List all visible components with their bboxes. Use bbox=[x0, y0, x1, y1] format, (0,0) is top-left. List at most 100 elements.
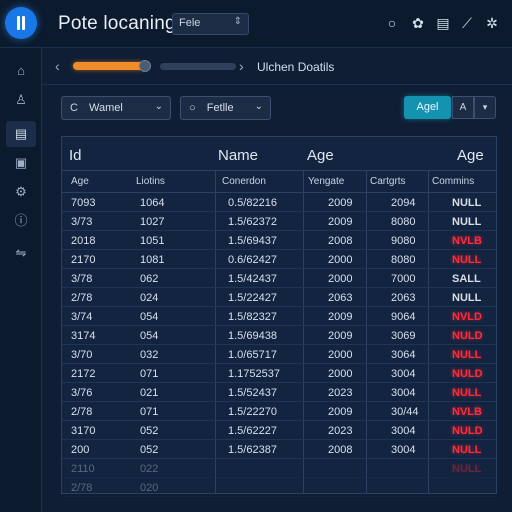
chevron-updown-icon: ⇕ bbox=[233, 16, 242, 27]
table-cell: 2000 bbox=[328, 349, 353, 361]
chevron-down-icon: ⌄ bbox=[254, 101, 263, 112]
table-cell: 3069 bbox=[391, 330, 416, 342]
table-row[interactable]: 2110 022 NULL bbox=[62, 459, 496, 478]
big-header-age-2[interactable]: Age bbox=[457, 147, 484, 164]
pause-logo-icon[interactable] bbox=[5, 7, 37, 39]
table-row[interactable]: 3/74 054 1.5/82327 2009 9064 NVLD bbox=[62, 307, 496, 326]
secondary-progress-track[interactable] bbox=[160, 63, 236, 70]
sidebar: ⌂ ♙ ▤ ▣ ⚙ ⓘ ⇋ bbox=[0, 48, 42, 512]
data-table: Id Name Age Age Age Liotins Conerdon Yen… bbox=[61, 136, 497, 497]
progress-label: Ulchen Doatils bbox=[257, 60, 335, 74]
table-cell: 021 bbox=[140, 387, 159, 399]
title-filter-dropdown[interactable]: ○ Fetlle ⌄ bbox=[180, 96, 271, 120]
settings-icon[interactable]: ✲ bbox=[482, 13, 502, 33]
progress-fill bbox=[73, 62, 145, 70]
table-cell: 1.5/22427 bbox=[228, 292, 277, 304]
translate-icon[interactable]: ⇋ bbox=[6, 240, 36, 266]
circle-icon: ○ bbox=[189, 102, 196, 114]
big-header-name[interactable]: Name bbox=[218, 147, 258, 164]
name-filter-dropdown[interactable]: C Wamel ⌄ bbox=[61, 96, 171, 120]
palette-icon[interactable]: ✿ bbox=[408, 13, 428, 33]
table-cell: 1.5/22270 bbox=[228, 406, 277, 418]
table-row[interactable]: 3/73 1027 1.5/62372 2009 8080 NULL bbox=[62, 212, 496, 231]
table-cell: 054 bbox=[140, 330, 159, 342]
table-cell: 1.0/65717 bbox=[228, 349, 277, 361]
column-header[interactable]: Cartgrts bbox=[370, 176, 406, 187]
table-cell: 2009 bbox=[328, 311, 353, 323]
divider bbox=[42, 84, 512, 85]
table-row[interactable]: 2172 071 1.1752537 2000 3004 NULD bbox=[62, 364, 496, 383]
table-row[interactable]: 2018 1051 1.5/69437 2008 9080 NVLB bbox=[62, 231, 496, 250]
table-cell: 3174 bbox=[71, 330, 96, 342]
table-cell: 2063 bbox=[328, 292, 353, 304]
column-header[interactable]: Age bbox=[71, 176, 89, 187]
table-cell: 2008 bbox=[328, 235, 353, 247]
table-cell: 3170 bbox=[71, 425, 96, 437]
record-icon[interactable]: ○ bbox=[382, 13, 402, 33]
table-cell: 2009 bbox=[328, 406, 353, 418]
header-bar: Pote locaning: Fe‌le ⇕ ○ ✿ ▤ ⟋ ✲ bbox=[0, 0, 512, 48]
table-row[interactable]: 2170 1081 0.6/62427 2000 8080 NULL bbox=[62, 250, 496, 269]
null-badge: NULL bbox=[452, 463, 482, 475]
database-icon[interactable]: ▣ bbox=[6, 150, 36, 176]
table-cell: 1.5/62372 bbox=[228, 216, 277, 228]
table-cell: 2008 bbox=[328, 444, 353, 456]
table-row[interactable]: 200 052 1.5/62387 2008 3004 NULL bbox=[62, 440, 496, 459]
null-badge: SALL bbox=[452, 273, 481, 285]
table-cell: 1.5/82327 bbox=[228, 311, 277, 323]
table-row[interactable]: 3/70 032 1.0/65717 2000 3064 NULL bbox=[62, 345, 496, 364]
settings-icon[interactable]: ⚙ bbox=[6, 179, 36, 205]
big-header-age[interactable]: Age bbox=[307, 147, 334, 164]
user-icon[interactable]: ♙ bbox=[6, 87, 36, 113]
progress-handle[interactable] bbox=[138, 60, 151, 72]
age-button[interactable]: Agel bbox=[404, 96, 451, 119]
table-cell: 0.5/82216 bbox=[228, 197, 277, 209]
null-badge: NULD bbox=[452, 330, 483, 342]
null-badge: NULL bbox=[452, 292, 482, 304]
null-badge: NULD bbox=[452, 368, 483, 380]
column-header-row: Age Liotins Conerdon Yengate Cartgrts Co… bbox=[62, 171, 496, 193]
home-icon[interactable]: ⌂ bbox=[6, 58, 36, 84]
table-cell: 8080 bbox=[391, 254, 416, 266]
table-cell: 2018 bbox=[71, 235, 96, 247]
name-filter-label: Wamel bbox=[89, 102, 123, 114]
file-select[interactable]: Fe‌le ⇕ bbox=[172, 13, 249, 35]
column-header[interactable]: Commins bbox=[432, 176, 474, 187]
progress-bar[interactable] bbox=[73, 60, 151, 72]
table-row[interactable]: 2/78 071 1.5/22270 2009 30/44 NVLB bbox=[62, 402, 496, 421]
edit-icon[interactable]: ⟋ bbox=[457, 13, 477, 33]
table-row[interactable]: 2/78 020 bbox=[62, 478, 496, 497]
table-cell: 2000 bbox=[328, 273, 353, 285]
column-header[interactable]: Yengate bbox=[308, 176, 344, 187]
table-cell: 2/78 bbox=[71, 482, 93, 494]
table-cell: 054 bbox=[140, 311, 159, 323]
table-cell: 032 bbox=[140, 349, 159, 361]
table-cell: 052 bbox=[140, 425, 159, 437]
table-cell: 1.5/62227 bbox=[228, 425, 277, 437]
chevron-left-icon[interactable]: ‹ bbox=[55, 58, 60, 74]
table-row[interactable]: 2/78 024 1.5/22427 2063 2063 NULL bbox=[62, 288, 496, 307]
table-row[interactable]: 3/78 062 1.5/42437 2000 7000 SALL bbox=[62, 269, 496, 288]
document-icon[interactable]: ▤ bbox=[433, 13, 453, 33]
table-cell: 3004 bbox=[391, 387, 416, 399]
document-icon[interactable]: ▤ bbox=[6, 121, 36, 147]
null-badge: NULL bbox=[452, 216, 482, 228]
dropdown-button[interactable]: ▾ bbox=[474, 96, 496, 119]
table-cell: 3064 bbox=[391, 349, 416, 361]
column-header[interactable]: Liotins bbox=[136, 176, 165, 187]
table-cell: 2094 bbox=[391, 197, 416, 209]
table-cell: 1.5/42437 bbox=[228, 273, 277, 285]
chevron-right-icon[interactable]: › bbox=[239, 58, 244, 74]
table-row[interactable]: 3170 052 1.5/62227 2023 3004 NULD bbox=[62, 421, 496, 440]
table-row[interactable]: 3174 054 1.5/69438 2009 3069 NULD bbox=[62, 326, 496, 345]
info-icon[interactable]: ⓘ bbox=[6, 208, 36, 234]
null-badge: NVLD bbox=[452, 311, 482, 323]
table-cell: 3004 bbox=[391, 425, 416, 437]
column-header[interactable]: Conerdon bbox=[222, 176, 266, 187]
table-cell: 30/44 bbox=[391, 406, 419, 418]
table-cell: 2009 bbox=[328, 216, 353, 228]
table-row[interactable]: 3/76 021 1.5/52437 2023 3004 NULL bbox=[62, 383, 496, 402]
table-row[interactable]: 7093 1064 0.5/82216 2009 2094 NULL bbox=[62, 193, 496, 212]
big-header-id[interactable]: Id bbox=[69, 147, 82, 164]
a-button[interactable]: A bbox=[452, 96, 474, 119]
